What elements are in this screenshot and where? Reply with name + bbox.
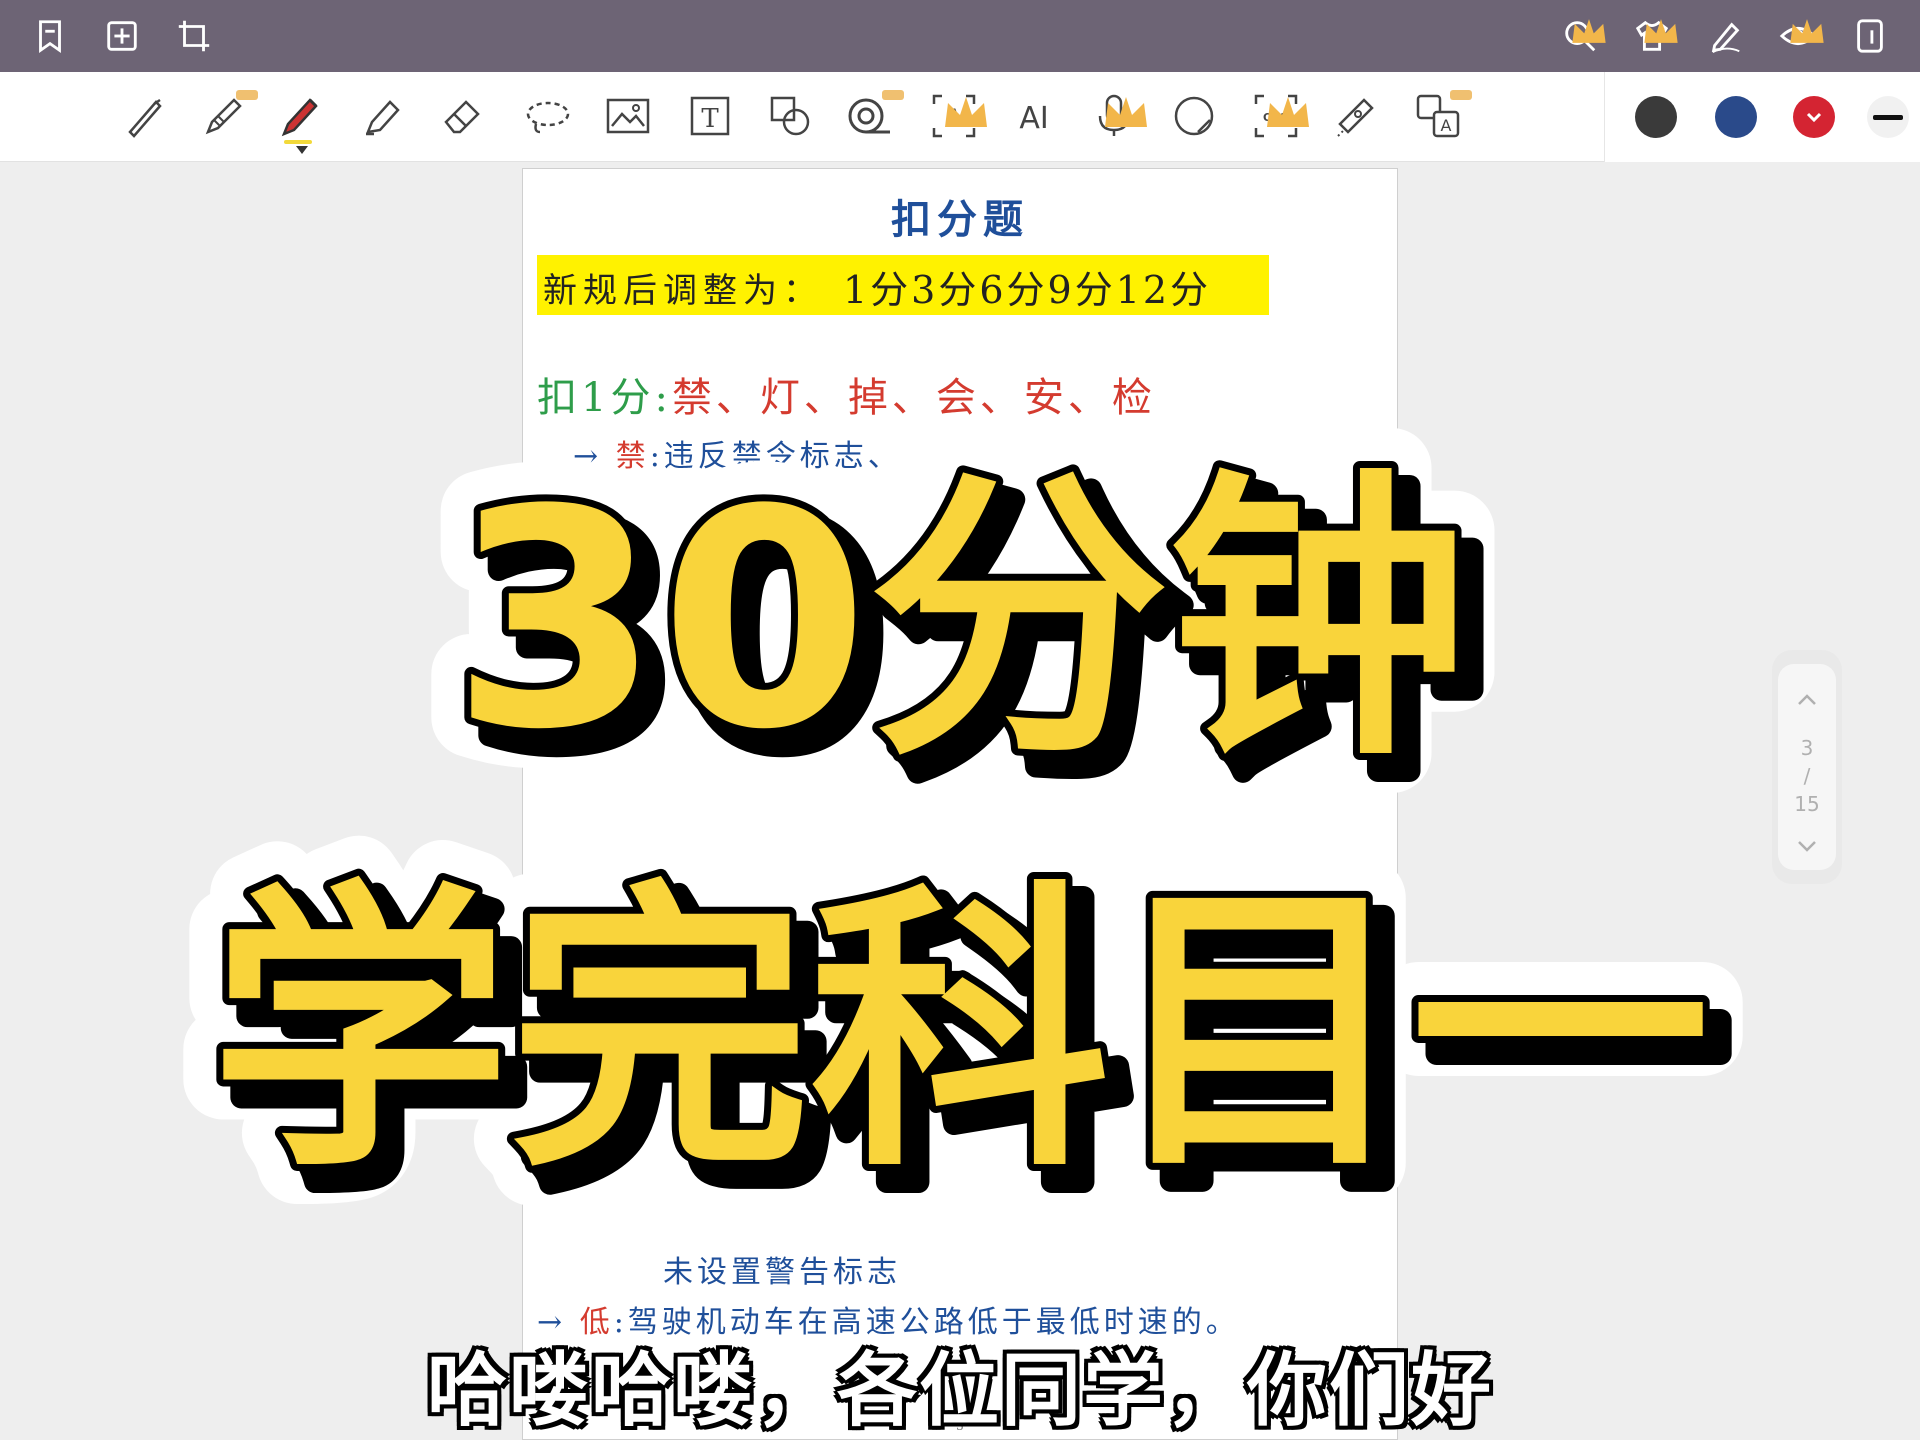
svg-text:A: A — [1441, 116, 1452, 135]
text-recognition-tool-icon[interactable]: A — [924, 86, 987, 146]
total-pages: 15 — [1794, 792, 1820, 816]
page-navigator: 3 / 15 — [1772, 650, 1842, 884]
theme-shirt-icon[interactable] — [1630, 14, 1678, 58]
marker-tool-icon[interactable] — [270, 86, 330, 146]
ocr-tool-icon[interactable]: OCR — [1246, 86, 1309, 146]
rule-row: → 禁:违反禁令标志、 — [573, 431, 902, 475]
eye-icon[interactable] — [1776, 14, 1824, 58]
laser-pointer-icon[interactable] — [1164, 86, 1224, 146]
highlight-prefix: 新规后调整为： — [543, 271, 823, 311]
crown-icon — [1105, 97, 1147, 127]
crown-icon — [1644, 19, 1678, 43]
rule-text-line: 未设置警告标志 — [663, 1255, 901, 1290]
bookmark-icon[interactable] — [28, 14, 72, 58]
search-icon[interactable] — [1558, 14, 1606, 58]
lasso-tool-icon[interactable] — [518, 86, 578, 146]
arrow-icon: → — [573, 439, 603, 474]
document-page[interactable]: 扣分题 新规后调整为： 1分3分6分9分12分 扣1分:禁、灯、掉、会、安、检 … — [522, 168, 1398, 1440]
handwriting-icon[interactable] — [1704, 14, 1748, 58]
crown-icon — [945, 97, 987, 127]
ruler-tool-icon[interactable] — [1326, 86, 1386, 146]
deduction-label: 扣1分: — [537, 375, 672, 421]
ai-tool-icon[interactable]: AI — [1004, 86, 1064, 146]
translate-tool-icon[interactable]: A — [1408, 86, 1472, 146]
color-swatch-red[interactable] — [1793, 96, 1835, 138]
page-separator: / — [1803, 764, 1811, 788]
color-swatch-dark-gray[interactable] — [1635, 96, 1677, 138]
tool-options-caret-icon[interactable] — [296, 146, 308, 154]
deduction-row-1: 扣1分:禁、灯、掉、会、安、检 — [537, 365, 1156, 423]
app-bar — [0, 0, 1920, 72]
rule-key: 禁 — [615, 439, 650, 474]
video-subtitle: 哈喽哈喽，各位同学，你们好 — [427, 1344, 1493, 1437]
color-palette — [1604, 72, 1920, 162]
pen-tool-icon[interactable] — [114, 86, 174, 146]
limited-badge — [236, 90, 258, 100]
limited-badge — [882, 90, 904, 100]
sidebar-toggle-icon[interactable] — [1848, 14, 1892, 58]
crop-icon[interactable] — [172, 14, 216, 58]
stroke-width-icon — [1873, 114, 1903, 120]
current-page: 3 — [1800, 736, 1814, 760]
limited-badge — [1450, 90, 1472, 100]
ai-tool-label: AI — [1019, 101, 1048, 136]
chevron-up-icon[interactable] — [1778, 688, 1836, 712]
stroke-width-button[interactable] — [1867, 96, 1909, 138]
color-swatch-navy[interactable] — [1715, 96, 1757, 138]
rule-text: :违反禁令标志、 — [649, 439, 902, 474]
highlight-values: 1分3分6分9分12分 — [843, 268, 1212, 312]
pencil-tool-icon[interactable] — [194, 86, 258, 146]
page-title: 扣分题 — [891, 196, 1029, 243]
deduction-items: 禁、灯、掉、会、安、检 — [671, 375, 1156, 421]
crown-icon — [1790, 19, 1824, 43]
chevron-down-icon[interactable] — [1778, 834, 1836, 858]
eraser-tool-icon[interactable] — [432, 86, 492, 146]
shape-tool-icon[interactable] — [760, 86, 820, 146]
text-tool-icon[interactable]: T — [680, 86, 740, 146]
checkmark-icon — [1806, 112, 1822, 123]
microphone-icon[interactable] — [1084, 86, 1147, 146]
add-page-icon[interactable] — [100, 14, 144, 58]
crown-icon — [1267, 97, 1309, 127]
crown-icon — [1572, 19, 1606, 43]
active-color-indicator — [284, 140, 312, 144]
tape-tool-icon[interactable] — [840, 86, 904, 146]
text-tool-label: T — [701, 104, 719, 134]
image-tool-icon[interactable] — [598, 86, 658, 146]
page-navigator-track: 3 / 15 — [1778, 664, 1836, 870]
highlighter-tool-icon[interactable] — [352, 86, 412, 146]
